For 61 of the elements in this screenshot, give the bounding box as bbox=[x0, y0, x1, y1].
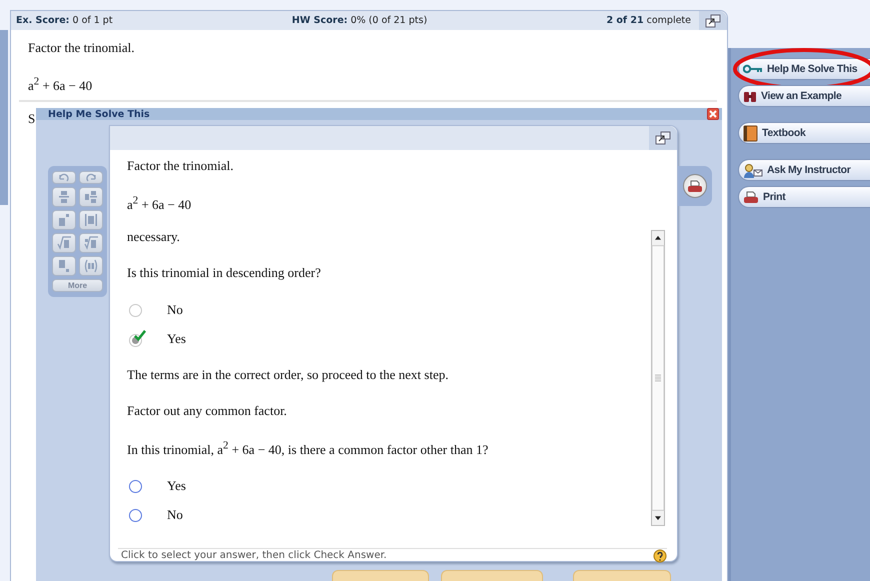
palette-key[interactable] bbox=[79, 210, 103, 230]
dialog-title: Help Me Solve This bbox=[48, 108, 150, 120]
palette-key[interactable] bbox=[79, 256, 103, 276]
problem-expression: a$^{2}$ + 6a − 40 bbox=[127, 195, 192, 214]
question-prompt: S bbox=[28, 111, 36, 128]
mixed-number-icon bbox=[84, 190, 98, 204]
choice-label: No bbox=[167, 507, 183, 524]
partial-button[interactable] bbox=[573, 570, 671, 581]
step-text: In this trinomial, a$^{2}$ + 6a − 40, is there a common factor other than 1? bbox=[127, 439, 490, 459]
palette-key[interactable] bbox=[79, 187, 103, 207]
question-expression: a$^{2}$ + 6a − 40 bbox=[28, 76, 94, 94]
palette-key[interactable] bbox=[52, 187, 76, 207]
help-icon[interactable] bbox=[653, 548, 667, 563]
problem-instruction: Factor the trinomial. bbox=[127, 158, 235, 174]
sidebar-button[interactable]: Textbook bbox=[738, 122, 870, 144]
redo-button[interactable] bbox=[79, 171, 103, 184]
undo-button[interactable] bbox=[52, 171, 76, 184]
printer-icon bbox=[687, 180, 703, 192]
book-icon bbox=[743, 124, 758, 142]
palette-key[interactable] bbox=[52, 210, 76, 230]
subscript-icon bbox=[57, 259, 71, 273]
step-text: Factor out any common factor. bbox=[127, 403, 288, 420]
step-text: necessary. bbox=[127, 229, 181, 246]
exponent-icon bbox=[57, 213, 71, 227]
sidebar-button[interactable]: Print bbox=[738, 186, 870, 208]
partial-button[interactable] bbox=[332, 570, 429, 581]
choice-label: Yes bbox=[167, 478, 186, 494]
radio-button[interactable] bbox=[129, 302, 143, 317]
key-icon bbox=[743, 64, 763, 74]
choice-label: Yes bbox=[167, 330, 186, 347]
progress-count: 2 of 21 complete bbox=[606, 15, 691, 26]
fraction-icon bbox=[57, 190, 71, 204]
sidebar-button[interactable]: View an Example bbox=[738, 85, 870, 107]
person-icon bbox=[743, 162, 763, 178]
scrollbar[interactable] bbox=[651, 230, 665, 526]
expand-icon[interactable] bbox=[705, 14, 721, 28]
sidebar-button[interactable]: Ask My Instructor bbox=[738, 159, 870, 181]
exercise-score: Ex. Score: 0 of 1 pt bbox=[16, 15, 113, 26]
print-button[interactable] bbox=[683, 174, 707, 198]
radio-button[interactable] bbox=[129, 508, 143, 522]
sidebar-button[interactable]: Help Me Solve This bbox=[738, 58, 870, 80]
step-text: Is this trinomial in descending order? bbox=[127, 265, 322, 282]
homework-score: HW Score: 0% (0 of 21 pts) bbox=[292, 15, 428, 26]
palette-key[interactable] bbox=[52, 256, 76, 276]
radio-button[interactable] bbox=[129, 330, 146, 348]
printer-icon bbox=[743, 190, 759, 204]
palette-key[interactable] bbox=[79, 233, 103, 253]
hint-text: Click to select your answer, then click Check Answer. bbox=[120, 550, 387, 562]
nth-root-icon bbox=[84, 236, 98, 250]
radio-button[interactable] bbox=[129, 479, 143, 494]
square-root-icon bbox=[57, 236, 71, 250]
palette-key[interactable] bbox=[52, 233, 76, 253]
binoculars-icon bbox=[743, 89, 757, 103]
step-text: The terms are in the correct order, so proceed to the next step. bbox=[127, 367, 450, 384]
partial-button[interactable] bbox=[441, 570, 543, 581]
absolute-value-icon bbox=[84, 213, 98, 227]
ordered-pair-icon bbox=[84, 259, 98, 273]
expand-icon[interactable] bbox=[655, 131, 671, 145]
choice-label: No bbox=[167, 302, 183, 318]
close-button[interactable] bbox=[707, 108, 719, 120]
question-instruction: Factor the trinomial. bbox=[28, 40, 136, 56]
